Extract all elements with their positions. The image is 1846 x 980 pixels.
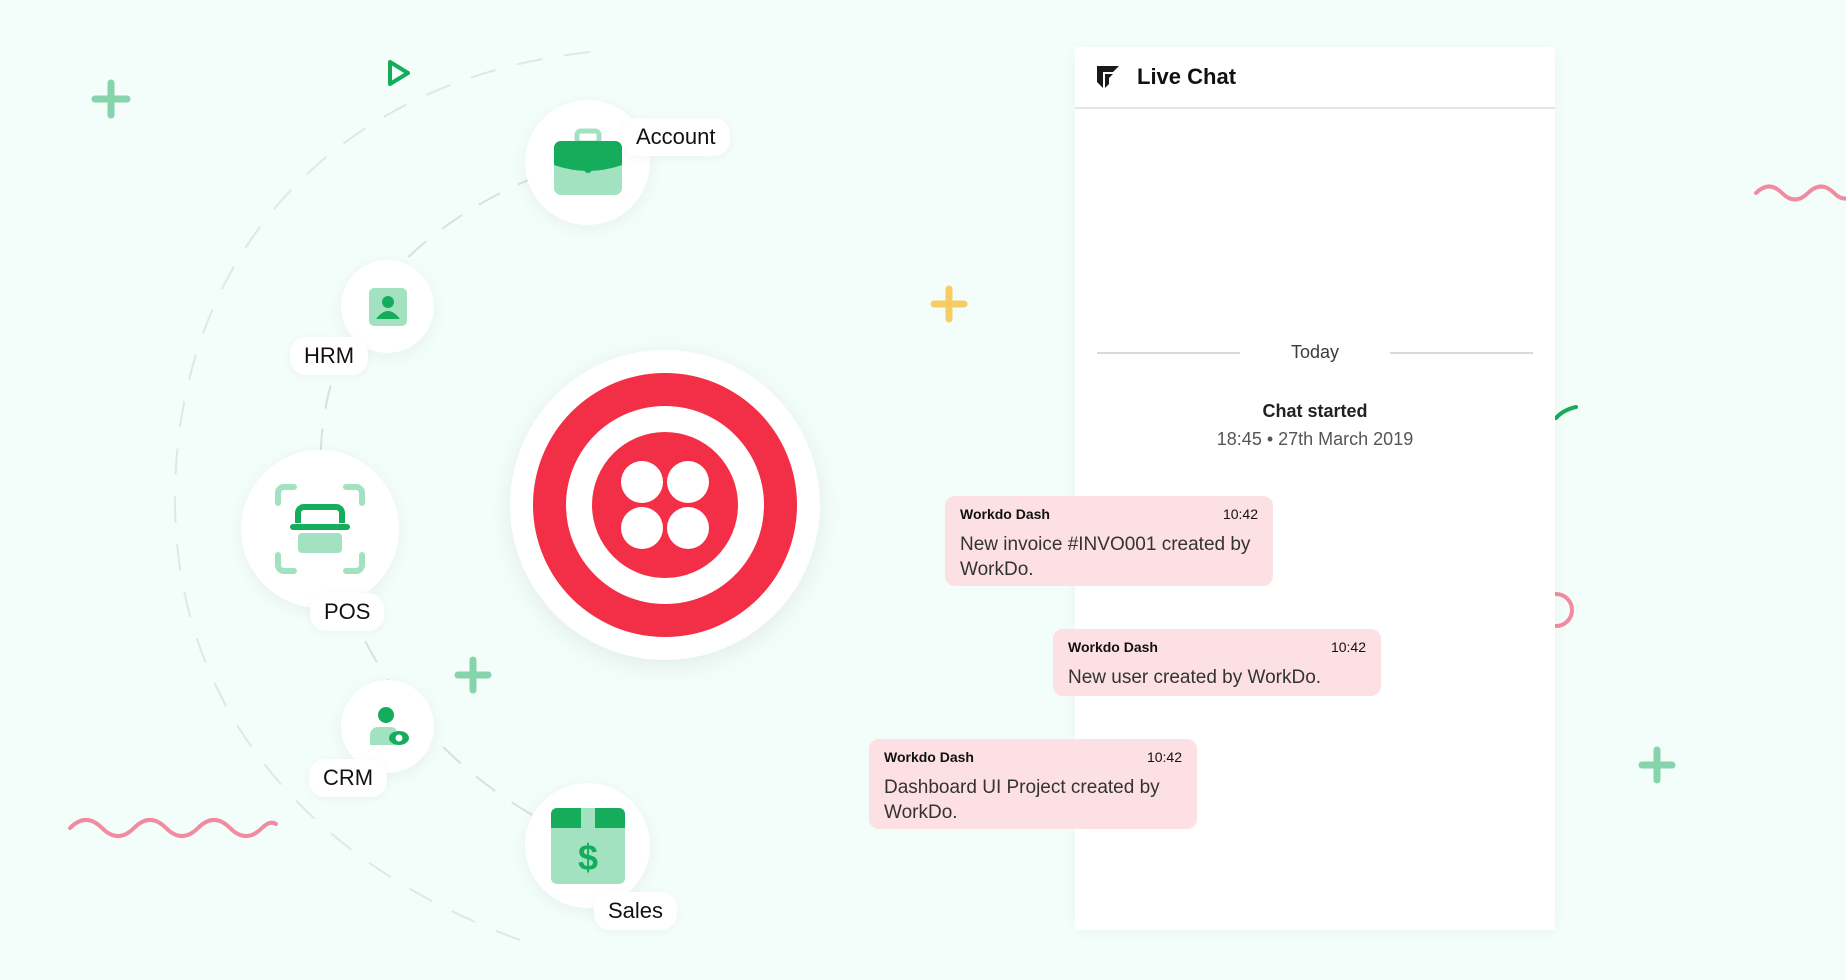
chat-logo-icon [1097,66,1119,88]
twilio-logo [510,350,820,660]
sales-label: Sales [594,892,678,930]
message-sender: Workdo Dash [884,749,974,765]
message-time: 10:42 [1146,749,1182,765]
chat-header: Live Chat [1075,47,1555,109]
message-sender: Workdo Dash [960,506,1050,522]
wave-icon [68,818,278,838]
date-divider: Today [1097,342,1533,363]
message-bubble: Workdo Dash 10:42 Dashboard UI Project c… [869,739,1197,829]
divider-line [1389,351,1533,354]
twilio-icon [533,373,797,637]
message-text: New invoice #INVO001 created by WorkDo. [960,534,1251,580]
message-text: New user created by WorkDo. [1068,667,1322,688]
chat-started-label: Chat started [1262,401,1368,421]
crm-label: CRM [309,759,388,797]
date-divider-label: Today [1290,342,1340,362]
chat-title: Live Chat [1137,64,1237,89]
money-box-icon: $ [550,807,625,884]
sales-node[interactable]: $ [525,783,650,908]
wave-icon [1754,184,1846,202]
plus-icon [454,656,492,694]
play-icon [388,60,410,86]
account-label: Account [622,118,730,156]
message-header: Workdo Dash 10:42 [960,506,1258,522]
arc-accent-green [1554,405,1578,420]
briefcase-icon [553,128,622,195]
arc-accent-pink [1554,592,1574,628]
pos-label: POS [310,593,385,631]
pos-node[interactable] [241,450,399,608]
message-time: 10:42 [1330,639,1366,655]
message-header: Workdo Dash 10:42 [884,749,1182,765]
message-bubble: Workdo Dash 10:42 New user created by Wo… [1053,629,1381,696]
message-text: Dashboard UI Project created by WorkDo. [884,777,1160,823]
svg-text:$: $ [577,837,597,878]
scanner-icon [275,484,365,574]
divider-line [1097,351,1240,354]
plus-icon [91,79,131,119]
message-bubble: Workdo Dash 10:42 New invoice #INVO001 c… [945,496,1273,586]
plus-icon [930,285,968,323]
message-time: 10:42 [1222,506,1258,522]
plus-icon [1638,746,1676,784]
hrm-label: HRM [290,337,369,375]
id-card-icon [368,287,407,326]
message-header: Workdo Dash 10:42 [1068,639,1366,655]
message-sender: Workdo Dash [1068,639,1158,655]
chat-started-time: 18:45 • 27th March 2019 [1216,429,1414,449]
user-view-icon [369,706,409,745]
